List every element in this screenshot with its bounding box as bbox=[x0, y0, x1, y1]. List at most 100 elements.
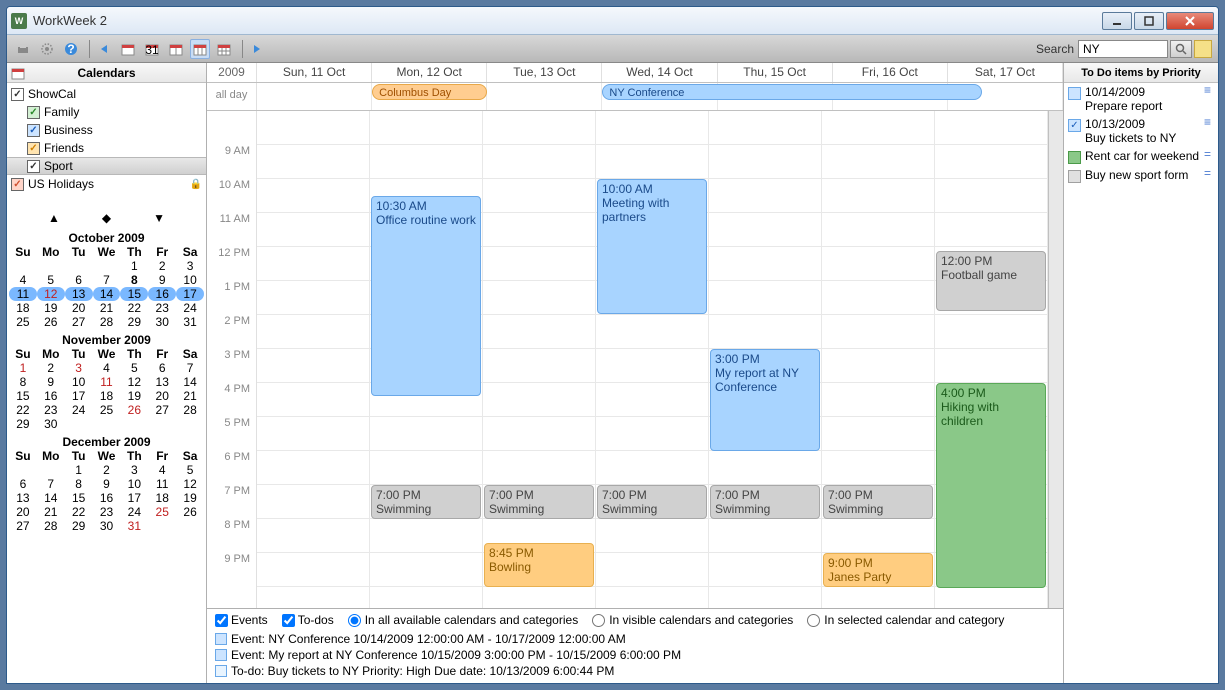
mini-cal-day[interactable]: 12 bbox=[176, 477, 204, 491]
mini-cal-day[interactable]: 18 bbox=[148, 491, 176, 505]
mini-cal-day[interactable]: 12 bbox=[120, 375, 148, 389]
mini-cal-day[interactable]: 2 bbox=[37, 361, 65, 375]
checkbox-icon[interactable] bbox=[11, 178, 24, 191]
mini-cal-day[interactable]: 16 bbox=[37, 389, 65, 403]
mini-cal-day[interactable]: 31 bbox=[120, 519, 148, 533]
checkbox-icon[interactable] bbox=[27, 106, 40, 119]
mini-cal-day[interactable]: 22 bbox=[9, 403, 37, 417]
mini-cal-day[interactable]: 14 bbox=[37, 491, 65, 505]
mini-cal-day[interactable]: 11 bbox=[148, 477, 176, 491]
day-view-icon[interactable]: 31 bbox=[142, 39, 162, 59]
mini-cal-day[interactable]: 17 bbox=[176, 287, 204, 301]
today-icon[interactable] bbox=[118, 39, 138, 59]
todo-checkbox[interactable] bbox=[1068, 87, 1081, 100]
mini-cal-day[interactable]: 1 bbox=[9, 361, 37, 375]
day-header[interactable]: Thu, 15 Oct bbox=[718, 63, 833, 82]
mini-cal-day[interactable]: 25 bbox=[9, 315, 37, 329]
calendar-event[interactable]: 7:00 PMSwimming bbox=[823, 485, 933, 519]
mini-cal-day[interactable]: 15 bbox=[120, 287, 148, 301]
mini-cal-day[interactable]: 13 bbox=[148, 375, 176, 389]
close-button[interactable] bbox=[1166, 12, 1214, 30]
mini-cal-day[interactable]: 4 bbox=[93, 361, 121, 375]
mini-cal-day[interactable]: 28 bbox=[93, 315, 121, 329]
todo-item[interactable]: Buy new sport form= bbox=[1064, 166, 1218, 185]
mini-cal-day[interactable]: 31 bbox=[176, 315, 204, 329]
mini-cal-day[interactable]: 9 bbox=[148, 273, 176, 287]
mini-cal-day[interactable]: 27 bbox=[65, 315, 93, 329]
mini-cal-day[interactable]: 2 bbox=[93, 463, 121, 477]
next-month-icon[interactable]: ▼ bbox=[153, 211, 165, 225]
forward-icon[interactable] bbox=[247, 39, 267, 59]
day-column[interactable]: 3:00 PMMy report at NY Conference 7:00 PM… bbox=[709, 111, 822, 608]
mini-cal-day[interactable]: 26 bbox=[176, 505, 204, 519]
mini-cal-day[interactable]: 13 bbox=[65, 287, 93, 301]
search-result[interactable]: Event: NY Conference 10/14/2009 12:00:00… bbox=[215, 631, 1055, 647]
calendar-item[interactable]: Sport bbox=[7, 157, 206, 175]
week-view-icon[interactable] bbox=[190, 39, 210, 59]
mini-cal-day[interactable]: 19 bbox=[120, 389, 148, 403]
day-column[interactable]: 12:00 PMFootball game4:00 PMHiking with … bbox=[935, 111, 1048, 608]
day-column[interactable]: 10:30 AMOffice routine work7:00 PMSwimmi… bbox=[370, 111, 483, 608]
todo-item[interactable]: ✓10/13/2009 Buy tickets to NY≡ bbox=[1064, 115, 1218, 147]
search-input[interactable] bbox=[1078, 40, 1168, 58]
mini-cal-day[interactable]: 7 bbox=[37, 477, 65, 491]
mini-cal-day[interactable]: 19 bbox=[37, 301, 65, 315]
workweek-view-icon[interactable] bbox=[166, 39, 186, 59]
mini-cal-day[interactable]: 11 bbox=[9, 287, 37, 301]
mini-cal-day[interactable]: 27 bbox=[148, 403, 176, 417]
mini-cal-day[interactable]: 13 bbox=[9, 491, 37, 505]
todo-checkbox[interactable]: ✓ bbox=[1068, 119, 1081, 132]
mini-cal-day[interactable]: 23 bbox=[148, 301, 176, 315]
mini-cal-day[interactable]: 4 bbox=[9, 273, 37, 287]
mini-cal-day[interactable]: 24 bbox=[120, 505, 148, 519]
allday-event[interactable]: Columbus Day bbox=[372, 84, 487, 100]
prev-month-icon[interactable]: ▲ bbox=[48, 211, 60, 225]
mini-cal-day[interactable]: 10 bbox=[65, 375, 93, 389]
calendar-item[interactable]: US Holidays🔒 bbox=[7, 175, 206, 193]
search-result[interactable]: Event: My report at NY Conference 10/15/… bbox=[215, 647, 1055, 663]
minimize-button[interactable] bbox=[1102, 12, 1132, 30]
calendar-item[interactable]: Family bbox=[7, 103, 206, 121]
mini-cal-day[interactable]: 29 bbox=[120, 315, 148, 329]
mini-cal-day[interactable]: 21 bbox=[93, 301, 121, 315]
titlebar[interactable]: W WorkWeek 2 bbox=[7, 7, 1218, 35]
mini-cal-day[interactable]: 28 bbox=[176, 403, 204, 417]
grid-days[interactable]: 10:30 AMOffice routine work7:00 PMSwimmi… bbox=[257, 111, 1048, 608]
mini-cal-day[interactable]: 30 bbox=[37, 417, 65, 431]
calendar-event[interactable]: 3:00 PMMy report at NY Conference bbox=[710, 349, 820, 451]
calendar-event[interactable]: 10:00 AMMeeting with partners bbox=[597, 179, 707, 314]
search-icon[interactable] bbox=[1170, 40, 1192, 58]
mini-cal-day[interactable]: 25 bbox=[148, 505, 176, 519]
mini-cal-day[interactable]: 7 bbox=[176, 361, 204, 375]
scope-all-radio[interactable]: In all available calendars and categorie… bbox=[348, 613, 578, 627]
todos-checkbox[interactable]: To-dos bbox=[282, 613, 334, 627]
day-header[interactable]: Wed, 14 Oct bbox=[602, 63, 717, 82]
mini-cal-day[interactable]: 6 bbox=[65, 273, 93, 287]
mini-cal-day[interactable]: 10 bbox=[176, 273, 204, 287]
mini-cal-day[interactable]: 6 bbox=[148, 361, 176, 375]
todo-item[interactable]: Rent car for weekend= bbox=[1064, 147, 1218, 166]
help-icon[interactable]: ? bbox=[61, 39, 81, 59]
mini-cal-day[interactable]: 3 bbox=[120, 463, 148, 477]
mini-cal-day[interactable]: 20 bbox=[9, 505, 37, 519]
mini-cal-day[interactable]: 29 bbox=[65, 519, 93, 533]
scope-visible-radio[interactable]: In visible calendars and categories bbox=[592, 613, 793, 627]
todo-checkbox[interactable] bbox=[1068, 151, 1081, 164]
mini-cal-day[interactable]: 21 bbox=[176, 389, 204, 403]
mini-cal-day[interactable]: 3 bbox=[176, 259, 204, 273]
day-header[interactable]: Fri, 16 Oct bbox=[833, 63, 948, 82]
mini-cal-day[interactable]: 8 bbox=[9, 375, 37, 389]
calendar-event[interactable]: 12:00 PMFootball game bbox=[936, 251, 1046, 311]
mini-cal-day[interactable]: 29 bbox=[9, 417, 37, 431]
calendar-event[interactable]: 7:00 PMSwimming bbox=[710, 485, 820, 519]
mini-cal-day[interactable]: 19 bbox=[176, 491, 204, 505]
scrollbar[interactable] bbox=[1048, 111, 1063, 608]
month-view-icon[interactable] bbox=[214, 39, 234, 59]
day-header[interactable]: Tue, 13 Oct bbox=[487, 63, 602, 82]
mini-cal-day[interactable]: 12 bbox=[37, 287, 65, 301]
mini-cal-day[interactable]: 25 bbox=[93, 403, 121, 417]
mini-cal-day[interactable]: 5 bbox=[176, 463, 204, 477]
day-header[interactable]: Sat, 17 Oct bbox=[948, 63, 1063, 82]
mini-cal-day[interactable]: 26 bbox=[120, 403, 148, 417]
mini-cal-day[interactable]: 28 bbox=[37, 519, 65, 533]
